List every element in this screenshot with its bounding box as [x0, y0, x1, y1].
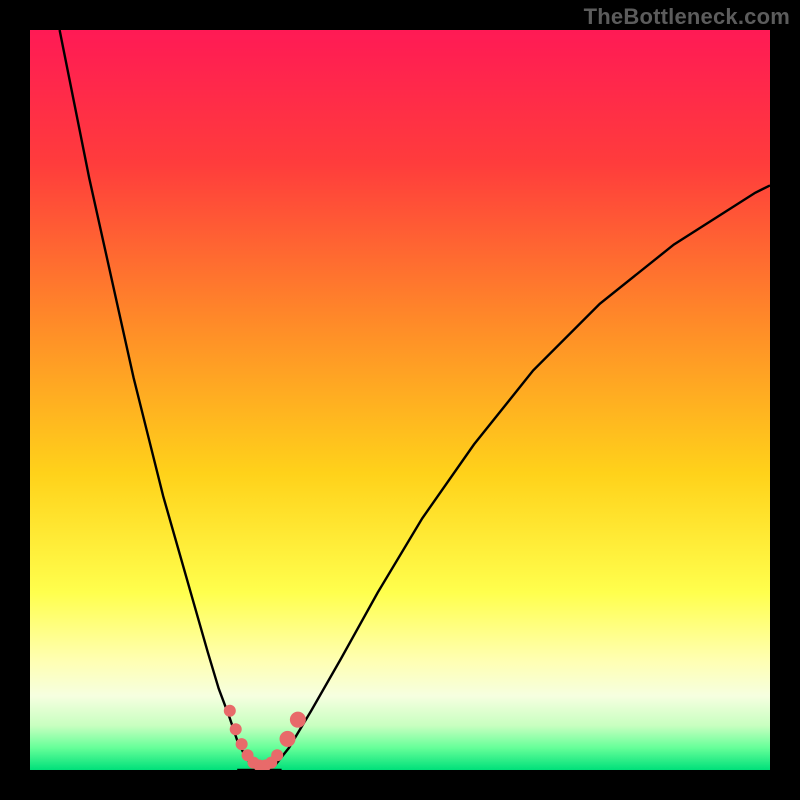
bottleneck-chart [30, 30, 770, 770]
data-point [290, 712, 306, 728]
chart-frame: TheBottleneck.com [0, 0, 800, 800]
data-point [224, 705, 236, 717]
plot-area [30, 30, 770, 770]
gradient-background [30, 30, 770, 770]
data-point [236, 738, 248, 750]
watermark-text: TheBottleneck.com [584, 4, 790, 30]
data-point [280, 731, 296, 747]
data-point [271, 749, 283, 761]
data-point [230, 723, 242, 735]
